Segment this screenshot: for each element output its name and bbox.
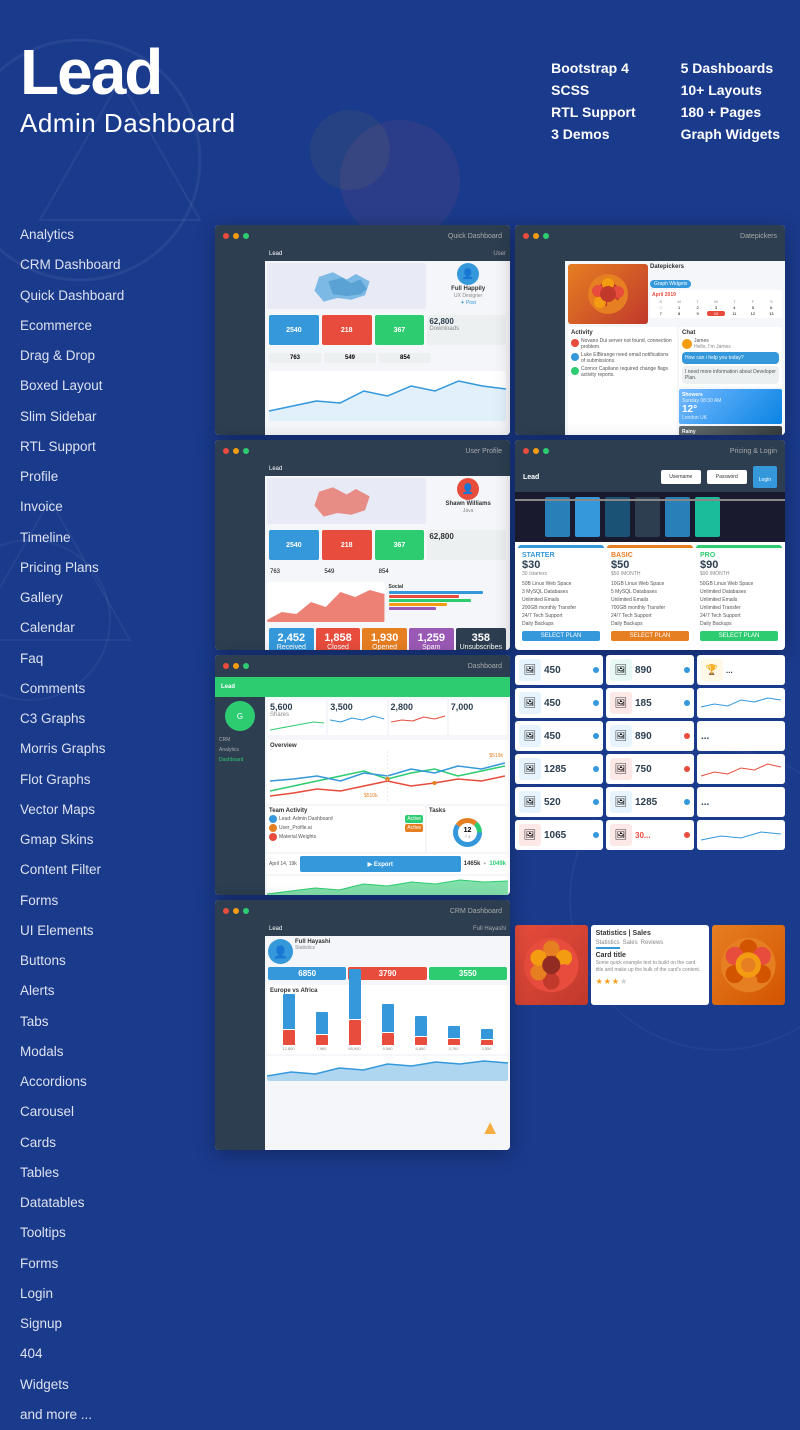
nav-cards[interactable]: Cards: [20, 1128, 190, 1158]
nav-signup[interactable]: Signup: [20, 1309, 190, 1339]
num-cards-grid: 🖼 450 🖼 890 🏆 ... 🖼 450 🖼 185: [515, 655, 785, 850]
nav-slim-sidebar[interactable]: Slim Sidebar: [20, 402, 190, 432]
nav-morris-graphs[interactable]: Morris Graphs: [20, 734, 190, 764]
nav-gmap-skins[interactable]: Gmap Skins: [20, 825, 190, 855]
nav-flot-graphs[interactable]: Flot Graphs: [20, 765, 190, 795]
feature-scss: SCSS: [551, 82, 650, 98]
nav-profile[interactable]: Profile: [20, 462, 190, 492]
nav-timeline[interactable]: Timeline: [20, 523, 190, 553]
nav-gallery[interactable]: Gallery: [20, 583, 190, 613]
nav-tooltips[interactable]: Tooltips: [20, 1218, 190, 1248]
header: Lead Admin Dashboard Bootstrap 4 SCSS RT…: [0, 0, 800, 162]
nav-content-filter[interactable]: Content Filter: [20, 855, 190, 885]
brand: Lead Admin Dashboard: [20, 40, 236, 139]
nav-tables[interactable]: Tables: [20, 1158, 190, 1188]
nav-quick-dashboard[interactable]: Quick Dashboard: [20, 281, 190, 311]
nav-boxed-layout[interactable]: Boxed Layout: [20, 371, 190, 401]
nav-more[interactable]: and more ...: [20, 1400, 190, 1430]
nav-ecommerce[interactable]: Ecommerce: [20, 311, 190, 341]
nav-datatables[interactable]: Datatables: [20, 1188, 190, 1218]
nav-accordions[interactable]: Accordions: [20, 1067, 190, 1097]
brand-name: Lead: [20, 40, 236, 104]
nav-widgets[interactable]: Widgets: [20, 1370, 190, 1400]
brand-subtitle: Admin Dashboard: [20, 108, 236, 139]
feature-rtl: RTL Support: [551, 104, 650, 120]
feature-dashboards: 5 Dashboards: [681, 60, 780, 76]
nav-pricing-plans[interactable]: Pricing Plans: [20, 553, 190, 583]
nav-drag-drop[interactable]: Drag & Drop: [20, 341, 190, 371]
nav-c3-graphs[interactable]: C3 Graphs: [20, 704, 190, 734]
nav-buttons[interactable]: Buttons: [20, 946, 190, 976]
nav-tabs[interactable]: Tabs: [20, 1007, 190, 1037]
nav-vector-maps[interactable]: Vector Maps: [20, 795, 190, 825]
nav-forms2[interactable]: Forms: [20, 1249, 190, 1279]
nav-comments[interactable]: Comments: [20, 674, 190, 704]
feature-layouts: 10+ Layouts: [681, 82, 780, 98]
nav-faq[interactable]: Faq: [20, 644, 190, 674]
sidebar: Analytics CRM Dashboard Quick Dashboard …: [0, 220, 210, 1430]
mockup-pricing: Pricing & Login Lead Username Password L…: [515, 440, 785, 650]
nav-rtl-support[interactable]: RTL Support: [20, 432, 190, 462]
nav-login[interactable]: Login: [20, 1279, 190, 1309]
nav-carousel[interactable]: Carousel: [20, 1097, 190, 1127]
nav-crm[interactable]: CRM Dashboard: [20, 250, 190, 280]
nav-calendar[interactable]: Calendar: [20, 613, 190, 643]
mockup-crm: CRM Dashboard Lead Full Hayashi 👤 Full H…: [215, 900, 510, 1150]
feature-graphs: Graph Widgets: [681, 126, 780, 142]
feature-demos: 3 Demos: [551, 126, 650, 142]
features-col2: 5 Dashboards 10+ Layouts 180 + Pages Gra…: [681, 60, 780, 142]
nav-alerts[interactable]: Alerts: [20, 976, 190, 1006]
nav-invoice[interactable]: Invoice: [20, 492, 190, 522]
bottom-section: Statistics | Sales Statistics Sales Revi…: [515, 925, 785, 1005]
screenshots-area: Quick Dashboard Lead User �: [215, 225, 795, 1180]
mockup-datepicker: Datepickers: [515, 225, 785, 435]
nav-forms[interactable]: Forms: [20, 886, 190, 916]
nav-ui-elements[interactable]: UI Elements: [20, 916, 190, 946]
mockup-analytics: Dashboard Lead G CRM Analytics Dashboard…: [215, 655, 510, 895]
feature-pages: 180 + Pages: [681, 104, 780, 120]
mockup-user-profile: User Profile Lead 👤 Shawn Williams Java: [215, 440, 510, 650]
features-col1: Bootstrap 4 SCSS RTL Support 3 Demos: [551, 60, 650, 142]
features-grid: Bootstrap 4 SCSS RTL Support 3 Demos 5 D…: [551, 60, 780, 142]
nav-analytics[interactable]: Analytics: [20, 220, 190, 250]
nav-modals[interactable]: Modals: [20, 1037, 190, 1067]
mockup-quick-dashboard: Quick Dashboard Lead User �: [215, 225, 510, 435]
nav-404[interactable]: 404: [20, 1339, 190, 1369]
feature-bootstrap: Bootstrap 4: [551, 60, 650, 76]
